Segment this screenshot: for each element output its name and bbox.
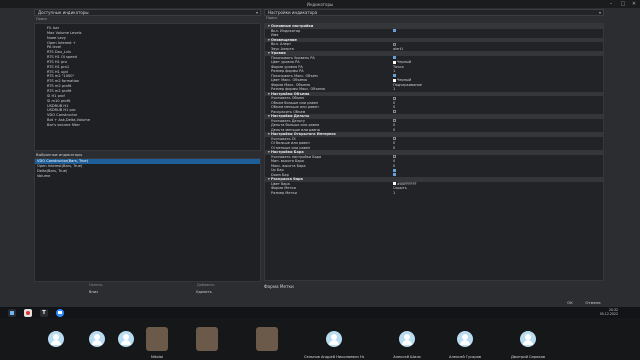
property-value-text: 1 xyxy=(393,87,396,91)
property-name: Размер Метки xyxy=(271,190,297,195)
close-icon[interactable]: ✕ xyxy=(629,0,639,8)
video-thumbnail xyxy=(196,327,218,351)
browser-icon[interactable] xyxy=(24,308,32,317)
color-swatch xyxy=(393,60,396,64)
indicator-tree[interactable]: Fil. bar Max Volume Levels Nuee Levy Open I… xyxy=(34,23,261,151)
search-label: Поиск xyxy=(36,17,48,21)
participant-tile[interactable] xyxy=(237,319,297,360)
property-value-text: Подчеркивание xyxy=(393,82,422,87)
ok-button[interactable]: OK xyxy=(563,299,577,306)
property-value-text: Черный xyxy=(397,60,412,64)
maximize-icon[interactable]: □ xyxy=(618,0,628,8)
selected-indicator-item[interactable]: Volume xyxy=(35,174,260,179)
property-value-text: 1 xyxy=(393,69,396,73)
windows-start-icon[interactable] xyxy=(8,308,16,317)
property-value-text: 0 xyxy=(393,123,396,127)
settings-search[interactable]: Поиск xyxy=(264,16,604,21)
participant-name: Сельнов Андрей Николаевич Новгород xyxy=(304,355,364,359)
property-value-text: 1 xyxy=(393,190,396,195)
participant-tile[interactable]: Сельнов Андрей Николаевич Новгород xyxy=(304,319,364,360)
participant-name: Дмитрий Сириков xyxy=(511,355,545,359)
grid-header-add: Добавить xyxy=(197,283,215,287)
property-value-text: 0 xyxy=(393,163,396,168)
property-value-text: 0 xyxy=(393,141,396,145)
checkbox[interactable] xyxy=(393,96,396,100)
avatar xyxy=(520,331,536,347)
window-title: Индикаторы xyxy=(306,1,334,7)
zoom-app-icon[interactable] xyxy=(56,308,64,317)
checkbox[interactable] xyxy=(393,119,396,122)
chevron-down-icon: ▾ xyxy=(598,10,601,15)
remove-button[interactable]: Удалить xyxy=(196,290,212,296)
dropdown-label: Доступные индикаторы xyxy=(38,10,89,15)
property-value[interactable]: 1 xyxy=(393,191,395,196)
system-clock: 20:32 05.12.2022 xyxy=(600,308,618,316)
color-swatch xyxy=(393,78,396,82)
participant-tile[interactable]: Алексей Гусаров xyxy=(435,319,495,360)
participant-name: Алексей Гусаров xyxy=(449,355,481,359)
avatar xyxy=(399,331,415,347)
selected-indicators-label: Выбранные индикаторы xyxy=(36,153,83,157)
property-value-text: #00FFFFFF xyxy=(397,181,417,186)
color-swatch xyxy=(393,182,396,185)
property-value-text: Скрыть xyxy=(393,186,407,190)
clock-date: 05.12.2022 xyxy=(599,312,618,316)
dropdown-label: Настройки индикатора xyxy=(268,10,318,15)
checkbox[interactable] xyxy=(393,29,396,32)
indicator-settings-dropdown[interactable]: Настройки индикатора ▾ xyxy=(264,9,604,16)
chevron-down-icon: ▾ xyxy=(255,10,258,15)
minimize-icon[interactable]: – xyxy=(606,0,616,8)
avatar xyxy=(48,331,64,347)
title-bar: Индикаторы – □ ✕ xyxy=(0,0,640,8)
checkbox[interactable] xyxy=(393,155,396,158)
property-row[interactable]: Размер Метки 1 xyxy=(265,191,603,196)
property-value-text: 0 xyxy=(393,100,396,105)
cancel-button[interactable]: Отмена xyxy=(582,299,604,306)
checkbox[interactable] xyxy=(393,42,396,46)
checkbox[interactable] xyxy=(393,74,396,77)
property-value-text: 0 xyxy=(393,105,396,109)
panel-value[interactable]: Вниз xyxy=(89,290,98,296)
property-description: Форма Метки xyxy=(264,284,294,289)
checkbox[interactable] xyxy=(393,168,396,172)
video-thumbnail xyxy=(256,327,278,351)
property-value-text: alert1 xyxy=(393,46,404,51)
property-value-text: 0 xyxy=(393,159,396,163)
available-indicators-dropdown[interactable]: Доступные индикаторы ▾ xyxy=(34,9,261,16)
panel-grid: Панель Добавить Вниз Удалить xyxy=(34,283,261,297)
tree-item[interactable]: Bar's volume filter xyxy=(47,123,90,128)
checkbox[interactable] xyxy=(393,173,396,176)
selected-indicators-list[interactable]: VDO Constructor(Bars, True) Open Interest… xyxy=(34,158,261,282)
property-value-text: Черный xyxy=(397,78,412,82)
property-value-text: 0 xyxy=(393,145,396,150)
avatar xyxy=(326,331,342,347)
grid-header-panel: Панель xyxy=(89,283,103,287)
participant-name: Алексей Шило xyxy=(393,355,421,359)
checkbox[interactable] xyxy=(393,56,396,59)
participant-tile[interactable] xyxy=(177,319,237,360)
checkbox[interactable] xyxy=(393,110,396,113)
video-thumbnail xyxy=(146,327,168,351)
participant-tile[interactable]: Дмитрий Сириков xyxy=(498,319,558,360)
property-value-text: Точка xyxy=(393,64,404,69)
taskbar: T xyxy=(0,307,640,318)
participant-tile[interactable]: Алексей Шило xyxy=(377,319,437,360)
terminal-app-icon[interactable]: T xyxy=(40,308,48,317)
indicators-window: Индикаторы – □ ✕ Доступные индикаторы ▾ П… xyxy=(0,0,640,318)
checkbox[interactable] xyxy=(393,137,396,140)
property-grid[interactable]: ▾ Основные настройки Вкл. Индикатор Имя ▾ О… xyxy=(264,23,604,281)
avatar xyxy=(457,331,473,347)
property-value-text: 0 xyxy=(393,127,396,132)
